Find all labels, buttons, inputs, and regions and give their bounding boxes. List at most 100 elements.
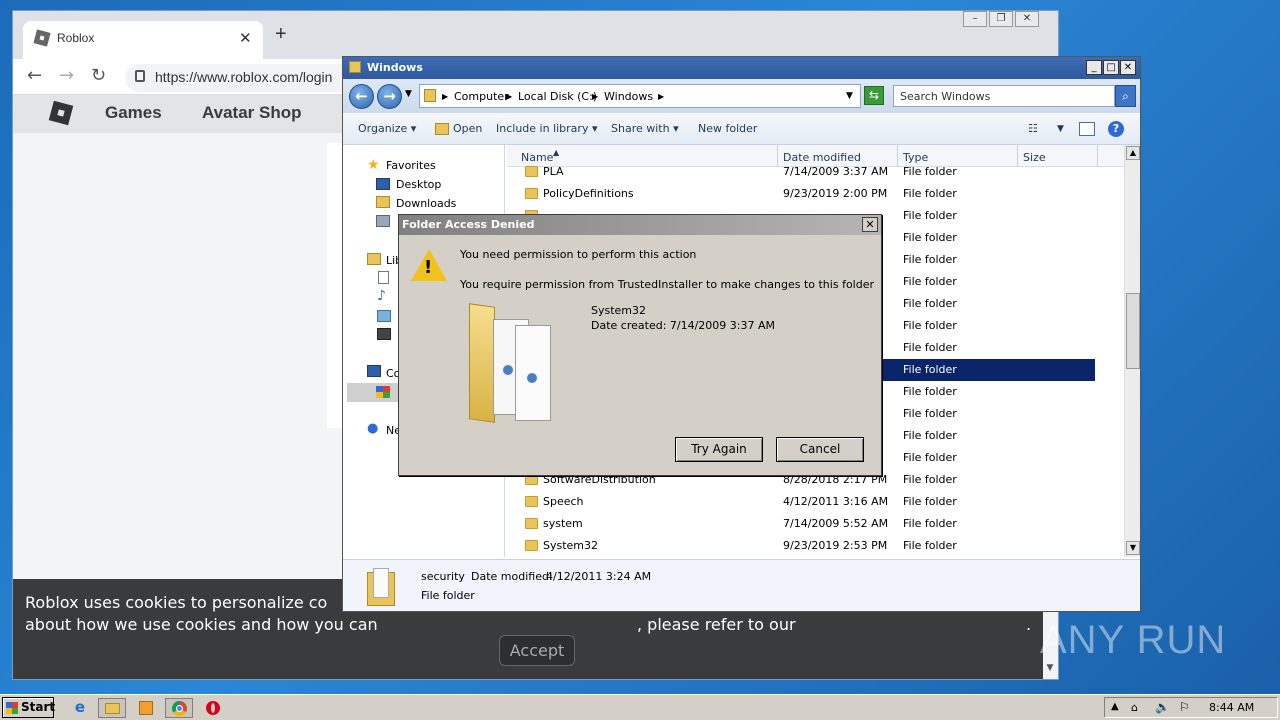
nav-desktop[interactable]: Desktop [396,178,441,191]
table-row[interactable]: PolicyDefinitions 9/23/2019 2:00 PM File f… [507,183,1127,205]
breadcrumb-root-chevron-icon[interactable]: ▶ [442,92,448,101]
media-player-icon[interactable] [132,698,160,718]
breadcrumb-chevron-icon[interactable]: ▶ [506,92,512,101]
explorer-titlebar: Windows _ □ ✕ [343,57,1140,79]
warning-exclamation: ! [424,257,433,278]
forward-icon[interactable]: → [377,84,402,109]
folder-icon [525,496,538,507]
address-dropdown-icon[interactable]: ▼ [846,91,853,101]
table-row[interactable]: system 7/14/2009 5:52 AM File folder [507,513,1127,535]
desktop-icon [376,178,390,190]
cookie-text-dot: . [1026,615,1032,634]
row-type: File folder [903,385,957,398]
help-icon[interactable]: ? [1108,121,1124,137]
recent-pages-chevron-icon[interactable]: ▼ [405,89,412,99]
nav-games[interactable]: Games [105,103,162,123]
roblox-logo-icon[interactable] [48,100,74,126]
maximize-icon[interactable]: □ [1103,60,1119,75]
favorites-star-icon: ★ [367,157,380,173]
nav-downloads[interactable]: Downloads [396,197,456,210]
view-dropdown-icon[interactable]: ▼ [1057,124,1064,134]
file-list-scrollbar[interactable]: ▲ ▼ [1124,145,1140,557]
chrome-taskbar-button[interactable] [165,698,193,718]
folder-access-denied-dialog: Folder Access Denied ✕ ! You need permis… [398,214,882,476]
include-in-library-button[interactable]: Include in library ▾ [496,122,597,135]
folder-icon [349,61,361,73]
row-type: File folder [903,363,957,376]
clock[interactable]: 8:44 AM [1209,701,1254,714]
tray-expand-icon[interactable]: ▲ [1111,701,1119,712]
breadcrumb-windows[interactable]: Windows [604,90,653,103]
back-button[interactable]: ← [27,65,42,86]
explorer-address-row: ← → ▼ ▶ Computer ▶ Local Disk (C:) ▶ Win… [343,79,1140,113]
search-input[interactable]: Search Windows [893,85,1115,107]
table-row[interactable]: PLA 7/14/2009 3:37 AM File folder [507,161,1127,183]
organize-button[interactable]: Organize ▾ [358,122,416,135]
network-tray-icon[interactable]: ⌂ [1131,701,1138,714]
row-type: File folder [903,275,957,288]
accept-cookies-button[interactable]: Accept [499,635,575,666]
dialog-message-primary: You need permission to perform this acti… [460,248,697,261]
try-again-button[interactable]: Try Again [675,437,763,462]
reload-button[interactable]: ↻ [91,65,106,86]
downloads-icon [376,196,390,208]
internet-explorer-icon[interactable]: e [66,698,94,718]
dialog-close-button[interactable]: ✕ [862,217,878,232]
explorer-title: Windows [367,61,423,74]
close-icon[interactable]: ✕ [1120,60,1136,75]
tab-close-icon[interactable]: ✕ [239,29,252,47]
volume-icon[interactable]: 🔈 [1155,700,1170,714]
refresh-icon[interactable]: ⇆ [864,86,884,105]
local-disk-icon [376,386,390,398]
row-date: 9/23/2019 2:00 PM [783,187,888,200]
videos-icon [377,328,391,340]
table-row[interactable]: Speech 4/12/2011 3:16 AM File folder [507,491,1127,513]
breadcrumb[interactable]: ▶ Computer ▶ Local Disk (C:) ▶ Windows ▶… [419,84,861,108]
minimize-icon[interactable]: – [963,11,987,27]
nav-avatar-shop[interactable]: Avatar Shop [202,103,302,123]
dialog-folder-date: Date created: 7/14/2009 3:37 AM [591,319,776,332]
folder-icon [525,188,538,199]
share-with-button[interactable]: Share with ▾ [611,122,679,135]
breadcrumb-chevron-icon[interactable]: ▶ [592,92,598,101]
recent-places-icon [376,215,390,227]
dialog-folder-name: System32 [591,304,647,317]
breadcrumb-computer[interactable]: Computer [454,90,509,103]
folder-icon [424,89,436,102]
close-icon[interactable]: ✕ [1015,11,1039,27]
folder-icon [525,540,538,551]
cookie-text-line2: about how we use cookies and how you can [25,615,378,634]
open-button[interactable]: Open [453,122,482,135]
view-options-icon[interactable]: ☷ [1028,122,1038,135]
back-icon[interactable]: ← [349,84,374,109]
scroll-thumb[interactable] [1126,293,1140,369]
lock-icon [135,70,145,82]
new-folder-button[interactable]: New folder [698,122,757,135]
nav-favorites[interactable]: Favorites [386,159,436,172]
preview-pane-icon[interactable] [1079,122,1095,136]
details-date-label: Date modified: [471,570,553,583]
browser-tab[interactable]: Roblox ✕ [23,21,263,59]
explorer-taskbar-button[interactable] [98,698,126,718]
restore-icon[interactable]: ❐ [989,11,1013,27]
search-icon[interactable]: ⌕ [1115,85,1136,107]
cookie-text-line2-end: , please refer to our [637,615,796,634]
forward-button[interactable]: → [59,65,74,86]
nav-selection-highlight [347,383,401,402]
row-type: File folder [903,297,957,310]
opera-icon[interactable] [200,698,228,718]
page-scroll-down-icon[interactable]: ▼ [1043,663,1057,677]
table-row[interactable]: System32 9/23/2019 2:53 PM File folder [507,535,1127,557]
cancel-button[interactable]: Cancel [776,437,864,462]
action-center-flag-icon[interactable]: ⚐ [1179,700,1190,714]
scroll-down-icon[interactable]: ▼ [1126,541,1140,555]
minimize-icon[interactable]: _ [1086,60,1102,75]
new-tab-button[interactable]: + [275,23,287,46]
dialog-message-secondary: You require permission from TrustedInsta… [460,278,874,291]
breadcrumb-local-disk[interactable]: Local Disk (C:) [518,90,597,103]
row-type: File folder [903,253,957,266]
start-button[interactable]: Start [2,697,55,718]
tab-title: Roblox [57,31,95,45]
scroll-up-icon[interactable]: ▲ [1126,146,1140,160]
breadcrumb-chevron-icon[interactable]: ▶ [658,92,664,101]
